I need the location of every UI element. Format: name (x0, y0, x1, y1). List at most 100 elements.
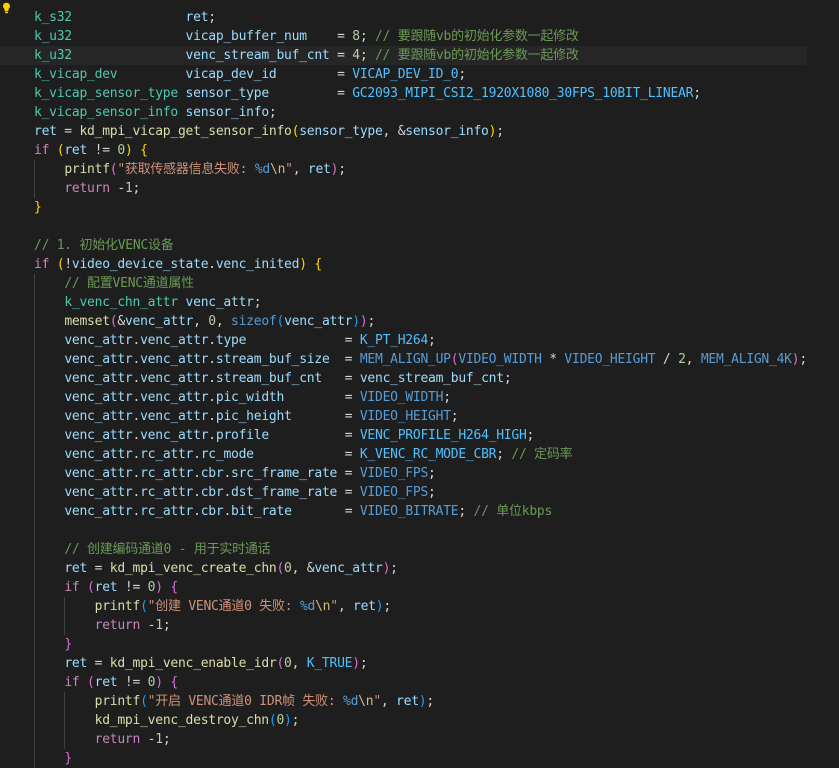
code-token: ; (799, 352, 807, 367)
code-token: 8 (352, 29, 360, 44)
indent-guide (34, 502, 35, 521)
code-line[interactable]: venc_attr.venc_attr.type = K_PT_H264; (0, 331, 807, 350)
code-line[interactable]: if (ret != 0) { (0, 578, 807, 597)
code-line[interactable]: ret = kd_mpi_vicap_get_sensor_info(senso… (0, 122, 807, 141)
code-editor[interactable]: k_s32 ret; k_u32 vicap_buffer_num = 8; //… (0, 0, 839, 768)
code-line[interactable]: k_vicap_sensor_type sensor_type = GC2093… (0, 84, 807, 103)
code-line[interactable]: k_u32 vicap_buffer_num = 8; // 要跟随vb的初始化… (0, 27, 807, 46)
code-line[interactable]: // 配置VENC通道属性 (0, 274, 807, 293)
code-line[interactable]: venc_attr.venc_attr.profile = VENC_PROFI… (0, 426, 807, 445)
code-token: . (193, 466, 201, 481)
code-token: "创建 VENC通道0 失败: (147, 599, 300, 614)
code-token: = (276, 67, 353, 82)
code-token: venc_attr (185, 295, 254, 310)
code-token: ( (87, 675, 95, 690)
code-token: = (337, 466, 360, 481)
indent-guide (34, 540, 35, 559)
code-line[interactable]: ret = kd_mpi_venc_enable_idr(0, K_TRUE); (0, 654, 807, 673)
code-line[interactable]: return -1; (0, 179, 807, 198)
code-line[interactable]: venc_attr.rc_attr.cbr.dst_frame_rate = V… (0, 483, 807, 502)
code-token: ; (383, 599, 391, 614)
indent-guide (34, 730, 35, 749)
code-token: ; (428, 333, 436, 348)
indent-guide (34, 312, 35, 331)
code-line[interactable]: k_vicap_dev vicap_dev_id = VICAP_DEV_ID_… (0, 65, 807, 84)
code-line[interactable]: // 创建编码通道0 - 用于实时通话 (0, 540, 807, 559)
code-line[interactable]: } (0, 198, 807, 217)
code-line[interactable]: ret = kd_mpi_venc_create_chn(0, &venc_at… (0, 559, 807, 578)
code-line[interactable]: if (ret != 0) { (0, 141, 807, 160)
code-line[interactable]: kd_mpi_venc_destroy_chn(0); (0, 711, 807, 730)
code-line[interactable]: // 1. 初始化VENC设备 (0, 236, 807, 255)
code-token: ; (359, 29, 375, 44)
code-line[interactable]: memset(&venc_attr, 0, sizeof(venc_attr))… (0, 312, 807, 331)
code-token: src_frame_rate (231, 466, 338, 481)
code-line[interactable]: return -1; (0, 616, 807, 635)
code-token: ) (382, 561, 391, 576)
code-token: %d (299, 599, 316, 614)
code-line[interactable]: venc_attr.rc_attr.rc_mode = K_VENC_RC_MO… (0, 445, 807, 464)
code-line[interactable]: printf("获取传感器信息失败: %d\n", ret); (0, 160, 807, 179)
code-token: ) (124, 143, 133, 158)
code-token: pic_height (215, 409, 292, 424)
code-token: 0 (276, 713, 285, 728)
code-token: = (268, 86, 353, 101)
code-token: return (94, 618, 141, 633)
code-token: ret (64, 561, 88, 576)
code-line[interactable]: return -1; (0, 730, 807, 749)
code-token: ; (253, 295, 262, 310)
code-line[interactable]: } (0, 635, 807, 654)
code-line[interactable]: venc_attr.venc_attr.pic_width = VIDEO_WI… (0, 388, 807, 407)
code-token: = (87, 561, 110, 576)
code-line[interactable]: venc_attr.venc_attr.stream_buf_size = ME… (0, 350, 807, 369)
code-token: ; (208, 10, 216, 25)
code-token: . (132, 371, 141, 386)
code-area[interactable]: k_s32 ret; k_u32 vicap_buffer_num = 8; //… (0, 8, 807, 768)
code-token: cbr (200, 504, 224, 519)
code-token: venc_attr (140, 352, 209, 367)
indent-guide (34, 445, 35, 464)
code-line[interactable]: printf("开启 VENC通道0 IDR帧 失败: %d\n", ret); (0, 692, 807, 711)
code-token: // 定码率 (511, 447, 573, 462)
code-token: " (330, 599, 338, 614)
code-token: 1 (155, 732, 163, 747)
code-line[interactable]: venc_attr.rc_attr.cbr.bit_rate = VIDEO_B… (0, 502, 807, 521)
indent-guide (34, 673, 35, 692)
code-line[interactable]: printf("创建 VENC通道0 失败: %d\n", ret); (0, 597, 807, 616)
indent-guide (64, 730, 66, 749)
code-token: , & (291, 561, 315, 576)
code-token: . (132, 447, 141, 462)
code-token: ; (428, 485, 436, 500)
code-token: venc_attr (64, 447, 133, 462)
code-token: venc_attr (64, 352, 133, 367)
code-token: MEM_ALIGN_UP (359, 352, 451, 367)
code-line[interactable]: k_vicap_sensor_info sensor_info; (0, 103, 807, 122)
code-line[interactable]: k_u32 venc_stream_buf_cnt = 4; // 要跟随vb的… (0, 46, 807, 65)
code-token: { (314, 257, 322, 272)
code-token: // 配置VENC通道属性 (64, 276, 194, 291)
code-token: , (193, 314, 209, 329)
code-token: { (170, 580, 178, 595)
code-line[interactable]: venc_attr.venc_attr.stream_buf_cnt = ven… (0, 369, 807, 388)
indent-guide (34, 692, 35, 711)
code-line[interactable] (0, 217, 807, 236)
code-line[interactable] (0, 521, 807, 540)
code-line[interactable]: venc_attr.venc_attr.pic_height = VIDEO_H… (0, 407, 807, 426)
code-token: return (94, 732, 141, 747)
code-token: ; (496, 124, 504, 139)
code-line[interactable]: } (0, 749, 807, 768)
indent-guide (64, 692, 66, 711)
code-line[interactable]: k_venc_chn_attr venc_attr; (0, 293, 807, 312)
code-line[interactable]: if (!video_device_state.venc_inited) { (0, 255, 807, 274)
code-line[interactable]: venc_attr.rc_attr.cbr.src_frame_rate = V… (0, 464, 807, 483)
code-token: VIDEO_HEIGHT (359, 409, 451, 424)
code-token: ; (162, 618, 171, 633)
code-line[interactable]: k_s32 ret; (0, 8, 807, 27)
code-line[interactable]: if (ret != 0) { (0, 673, 807, 692)
